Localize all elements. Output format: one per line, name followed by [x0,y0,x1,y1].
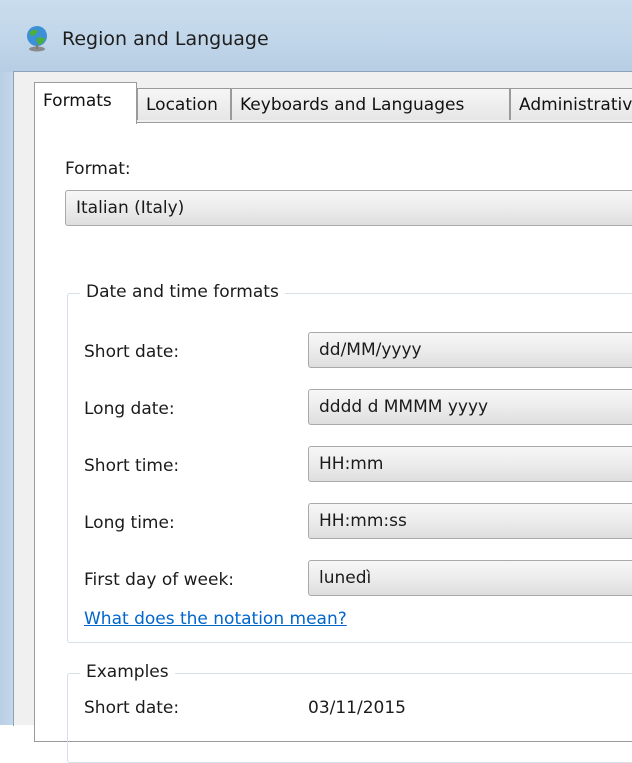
window-title: Region and Language [62,28,269,50]
window-frame-left [0,72,14,725]
title-bar[interactable]: Region and Language [0,0,632,72]
tab-label: Formats [43,91,112,111]
globe-icon [27,26,47,52]
window-border [13,71,632,726]
tab-formats[interactable]: Formats [34,82,137,124]
